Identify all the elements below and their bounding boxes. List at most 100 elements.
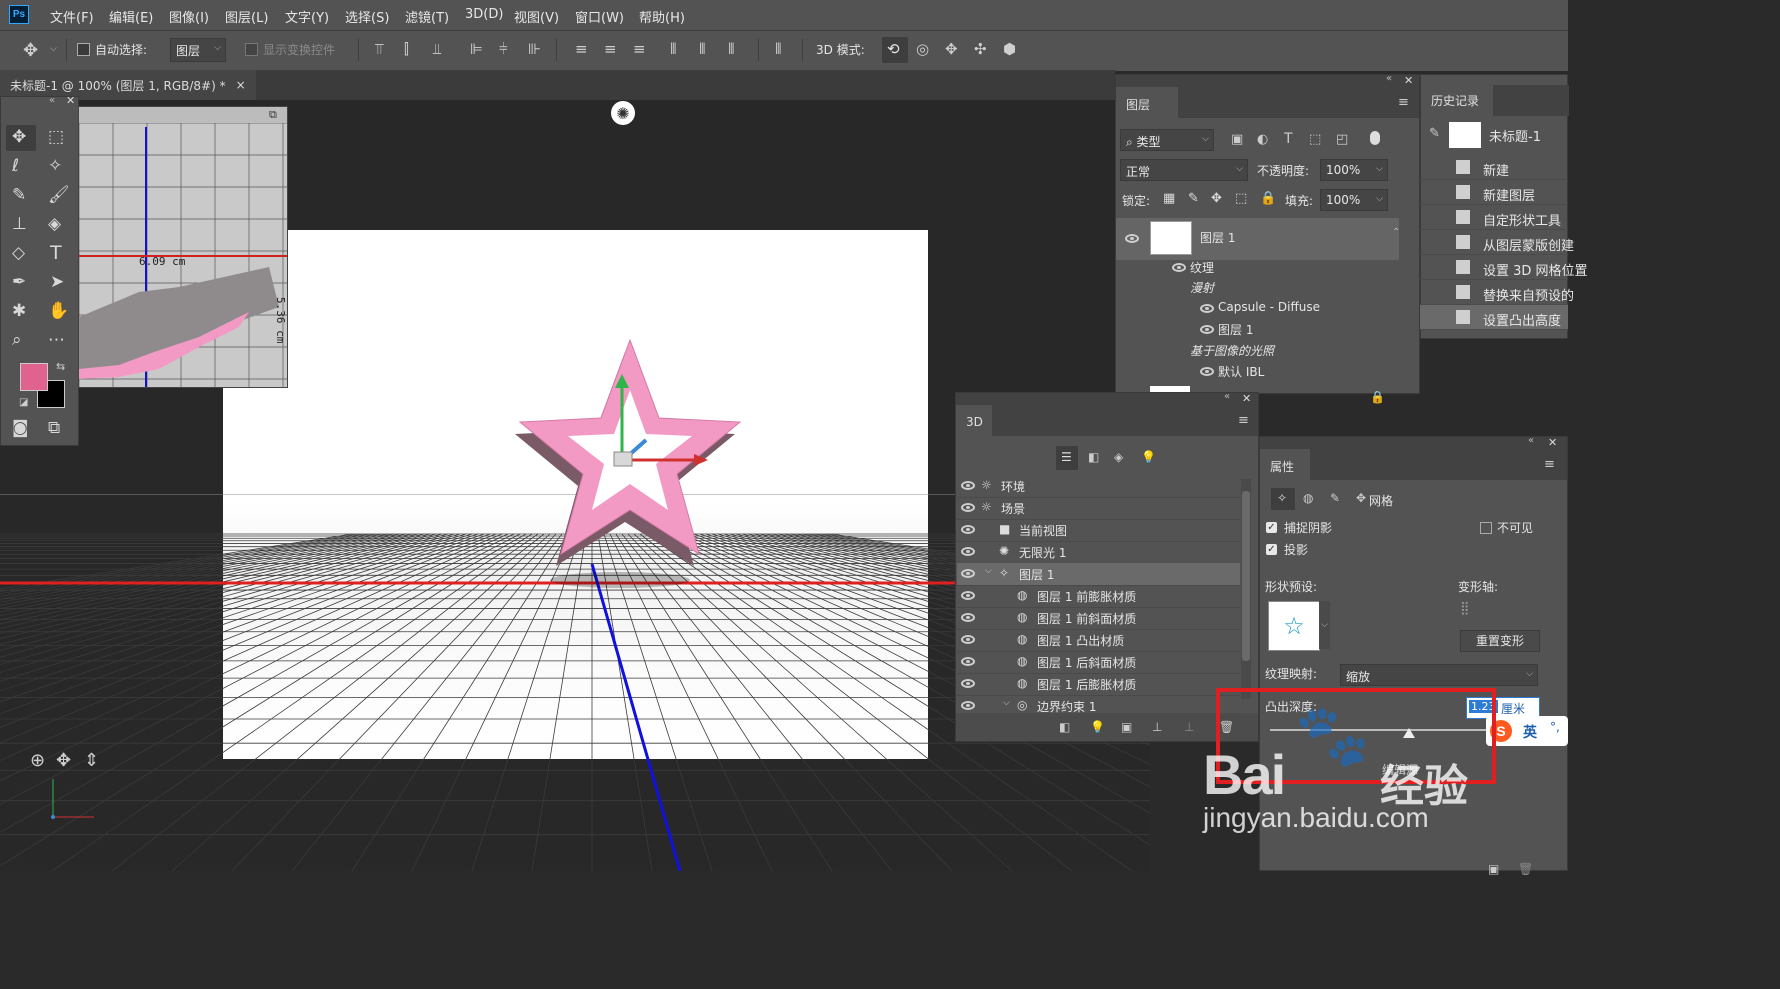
deform-props-icon[interactable]: ◍ [1303,491,1313,505]
scene-tree-item[interactable]: ■ 当前视图 [957,519,1240,542]
align-right-icon[interactable]: ⊪ [528,40,541,58]
menu-edit[interactable]: 编辑(E) [109,7,153,26]
close-icon[interactable]: ✕ [1404,74,1413,87]
render-icon[interactable]: ▣ [1121,720,1132,734]
scene-tree-item[interactable]: ⌵ ✧ 图层 1 [957,563,1240,586]
coordinates-props-icon[interactable]: ✥ [1356,491,1366,505]
custom-shape-tool-icon[interactable]: ✱ [12,301,26,321]
default-colors-icon[interactable]: ◪ [19,397,28,408]
move-tool-icon[interactable]: ✥ [23,40,38,61]
collapse-icon[interactable]: « [1224,391,1230,402]
history-item[interactable]: 新建图层 [1420,180,1568,205]
stamp-tool-icon[interactable]: ⊥ [12,214,27,234]
quick-mask-icon[interactable]: ◙ [12,418,29,438]
trash-icon[interactable]: 🗑 [1518,862,1533,876]
chevron-down-icon[interactable]: ⌵ [50,44,57,54]
show-transform-checkbox[interactable] [245,43,258,56]
eraser-tool-icon[interactable]: ◈ [48,214,61,234]
align-left-icon[interactable]: ⊫ [470,40,483,58]
add-mesh-icon[interactable]: ◧ [1059,720,1070,734]
scrollbar-thumb[interactable] [1242,491,1250,661]
ground-icon[interactable]: ⊥ [1152,720,1162,734]
distribute-top-icon[interactable]: ≡ [575,40,588,58]
history-item[interactable]: 自定形状工具 [1420,205,1568,230]
texture-mapping-dropdown[interactable]: 缩放 ⌵ [1340,664,1538,686]
foreground-color-swatch[interactable] [20,363,48,391]
shape-preset-star-icon[interactable]: ☆ [1268,601,1320,651]
panel-menu-icon[interactable]: ≡ [1398,95,1409,110]
drag-3d-icon[interactable]: ✥ [945,40,958,58]
zoom-tool-icon[interactable]: ⌕ [12,330,22,350]
visibility-eye-icon[interactable] [1125,234,1139,243]
pixel-filter-icon[interactable]: ▣ [1231,132,1243,147]
orbit-camera-icon[interactable]: ⊕ [30,750,45,771]
scene-tree-item[interactable]: ◍ 图层 1 后膨胀材质 [957,673,1240,696]
pan-camera-icon[interactable]: ✥ [56,750,71,771]
visibility-eye-icon[interactable] [1200,304,1214,313]
close-icon[interactable]: ✕ [1242,392,1251,405]
scene-tree-item[interactable]: ✺ 无限光 1 [957,541,1240,564]
panel-menu-icon[interactable]: ≡ [1544,457,1555,472]
hand-tool-icon[interactable]: ✋ [48,301,69,321]
type-tool-icon[interactable]: T [50,242,62,264]
scene-tree-item[interactable]: ◍ 图层 1 前斜面材质 [957,607,1240,630]
visibility-eye-icon[interactable] [1172,263,1186,272]
menu-select[interactable]: 选择(S) [345,7,389,26]
deform-axis-icon[interactable]: ⣿ [1460,601,1470,616]
menu-help[interactable]: 帮助(H) [639,7,685,26]
visibility-eye-icon[interactable] [961,657,975,666]
scale-3d-icon[interactable]: ⬢ [1003,40,1016,58]
chevron-down-icon[interactable]: ⌵ [985,566,992,576]
distribute-vcenter-icon[interactable]: ≡ [604,40,617,58]
reset-deform-button[interactable]: 重置变形 [1460,630,1540,652]
invisible-checkbox[interactable] [1480,522,1492,534]
auto-align-icon[interactable]: ⦀ [775,40,782,58]
eyedropper-tool-icon[interactable]: ✎ [12,185,26,205]
close-icon[interactable]: ✕ [1548,436,1557,449]
screen-mode-icon[interactable]: ⧉ [48,418,60,438]
paint-bucket-tool-icon[interactable]: ◇ [12,243,25,263]
scene-tree-item[interactable]: ☼ 环境 [957,475,1240,498]
auto-select-dropdown[interactable]: 图层 ⌵ [170,38,226,62]
secondary-view[interactable]: ⧉ 6.09 cm 5.36 cm [78,106,288,388]
pen-tool-icon[interactable]: ✒ [12,272,26,292]
visibility-eye-icon[interactable] [961,635,975,644]
smart-object-filter-icon[interactable]: ◰ [1336,132,1348,147]
lock-transparency-icon[interactable]: ▦ [1163,191,1175,206]
distribute-bottom-icon[interactable]: ≡ [633,40,646,58]
drop-to-ground-icon[interactable]: ⊥ [1184,720,1194,734]
render-icon[interactable]: ▣ [1488,862,1499,876]
mesh-filter-icon[interactable]: ◧ [1088,450,1099,464]
collapse-icon[interactable]: « [1528,435,1534,446]
history-item[interactable]: 替换来自预设的 [1420,280,1574,305]
lock-artboard-icon[interactable]: ⬚ [1235,191,1247,206]
visibility-eye-icon[interactable] [961,679,975,688]
menu-3d[interactable]: 3D(D) [465,7,503,22]
close-tab-icon[interactable]: × [236,78,246,92]
roll-3d-icon[interactable]: ◎ [916,40,929,58]
marquee-tool-icon[interactable]: ⬚ [48,127,64,147]
menu-view[interactable]: 视图(V) [514,7,559,26]
catch-shadow-checkbox[interactable]: ✓ [1266,522,1277,533]
history-item[interactable]: 设置 3D 网格位置 [1420,255,1588,280]
shape-filter-icon[interactable]: ⬚ [1309,132,1321,147]
scene-tree-item[interactable]: ☼ 场景 [957,497,1240,520]
collapse-icon[interactable]: « [1386,73,1392,84]
slide-3d-icon[interactable]: ✣ [974,40,987,58]
magic-wand-tool-icon[interactable]: ✧ [48,156,62,176]
chevron-up-icon[interactable]: ⌃ [1392,227,1400,238]
distribute-left-icon[interactable]: ⦀ [670,40,677,58]
align-vcenter-icon[interactable]: ⫿ [404,40,409,58]
visibility-eye-icon[interactable] [961,503,975,512]
layer-filter-dropdown[interactable]: ⌕ 类型 ⌵ [1120,129,1214,151]
visibility-eye-icon[interactable] [961,613,975,622]
punctuation-icon[interactable]: °, [1550,720,1560,734]
view-options-icon[interactable]: ⧉ [269,108,277,122]
move-tool-icon[interactable]: ✥ [12,127,26,147]
align-bottom-icon[interactable]: ⫫ [433,40,441,58]
menu-image[interactable]: 图像(I) [169,7,209,26]
light-filter-icon[interactable]: 💡 [1141,450,1156,464]
visibility-eye-icon[interactable] [961,481,975,490]
align-top-icon[interactable]: ⫪ [375,40,383,58]
shape-preset-dropdown[interactable]: ⌵ [1319,601,1330,649]
